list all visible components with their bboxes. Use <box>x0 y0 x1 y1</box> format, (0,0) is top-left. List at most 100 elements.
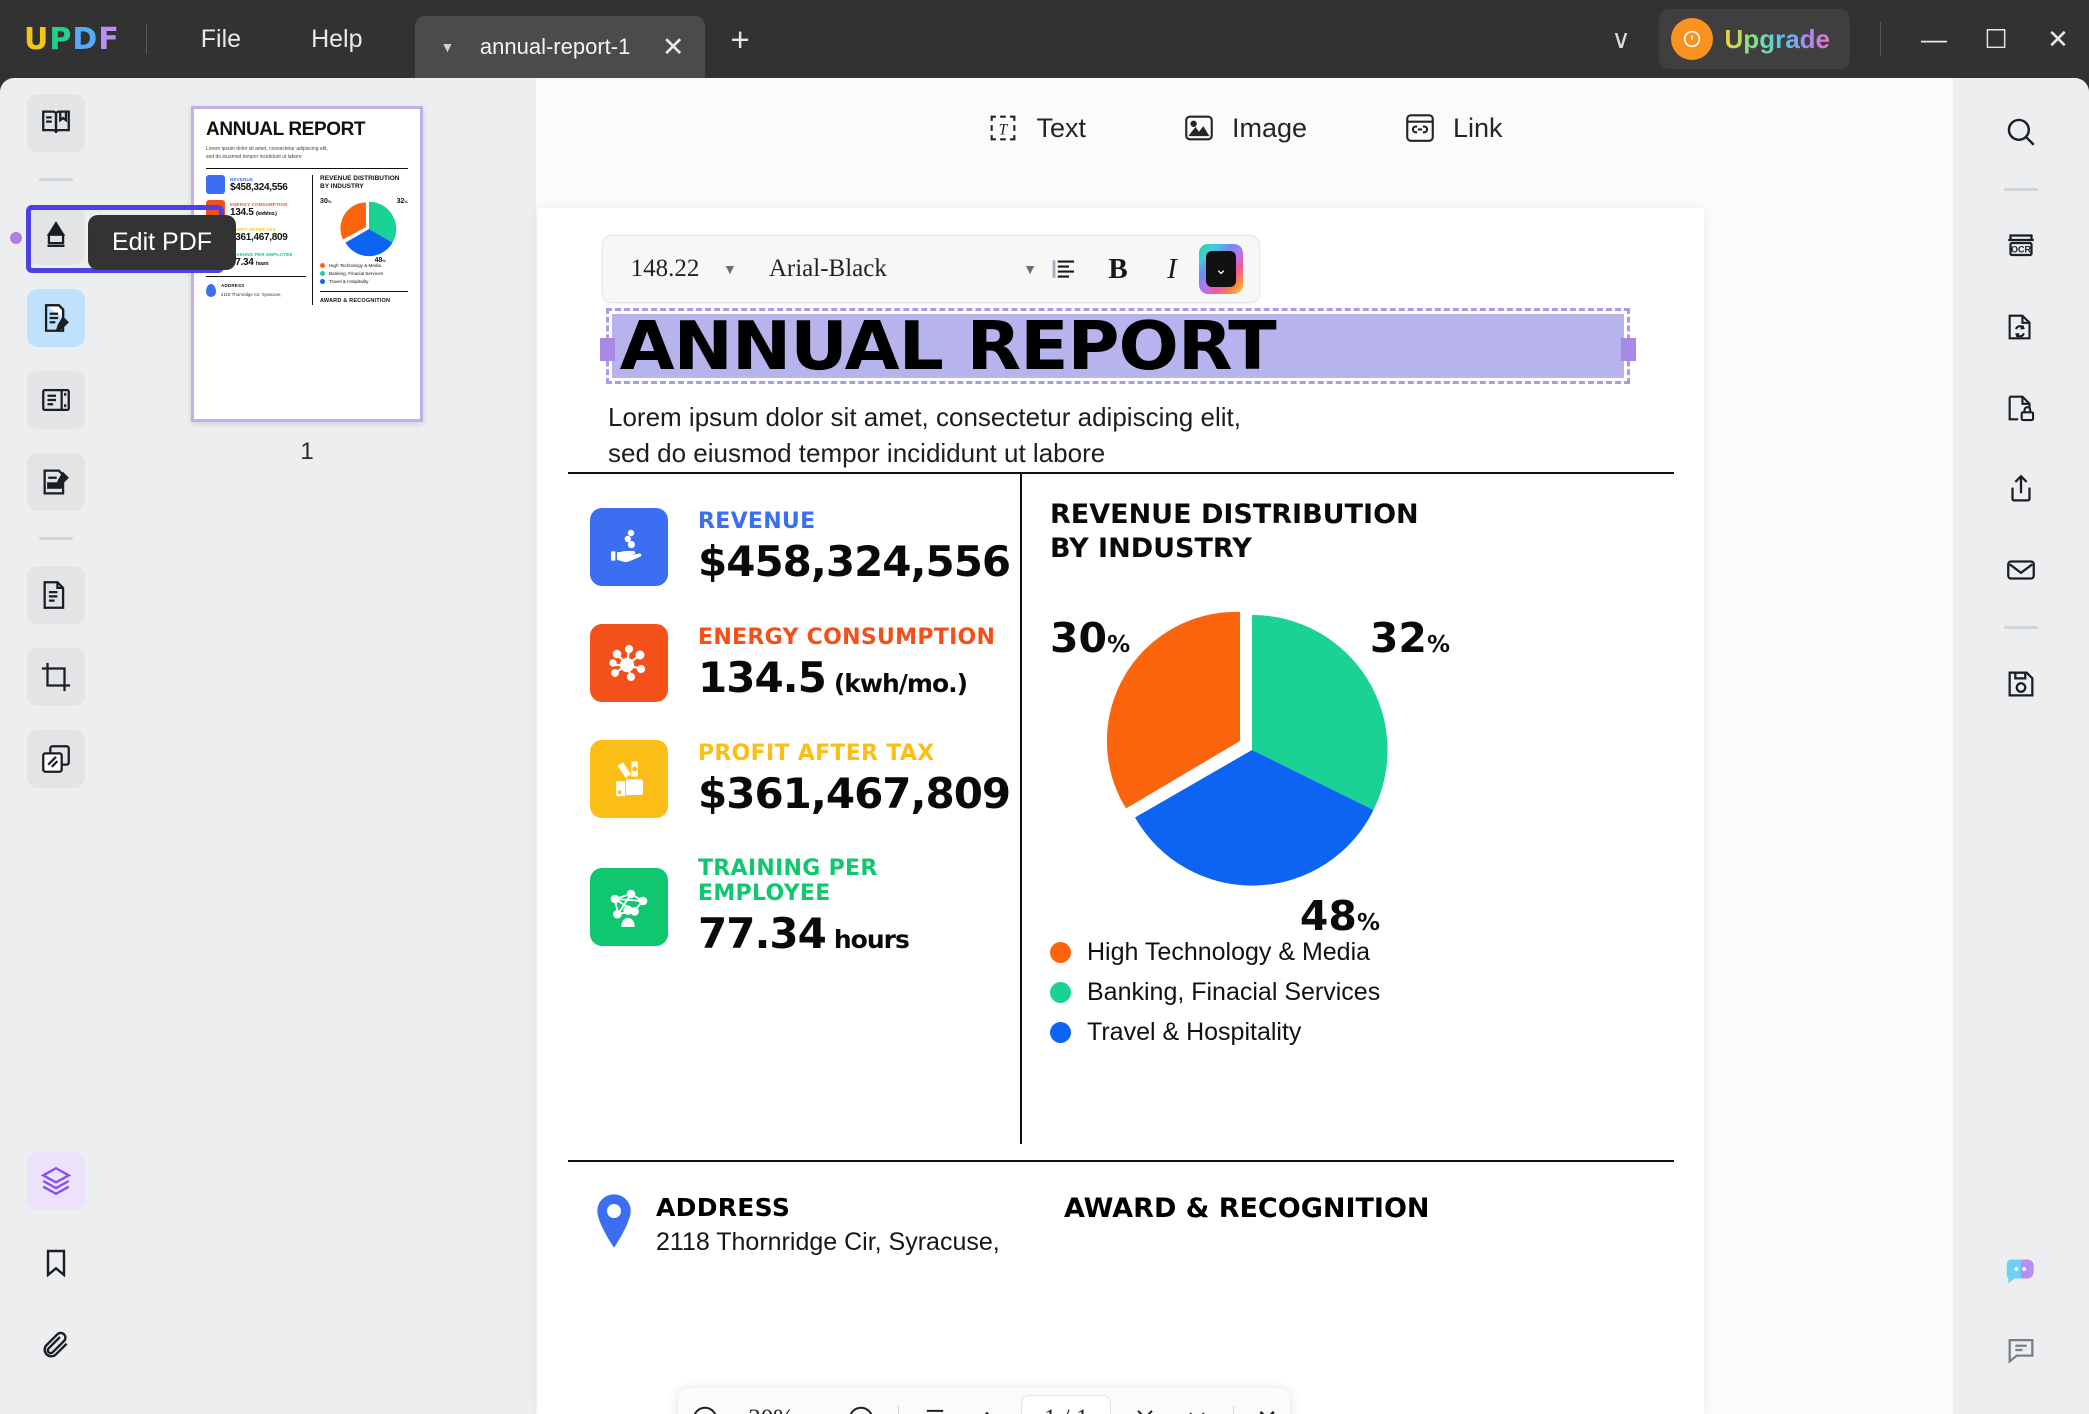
thumb-pie-chart <box>340 201 397 257</box>
edit-link-tool[interactable]: Link <box>1403 111 1503 145</box>
resize-handle-right[interactable] <box>1621 338 1636 361</box>
zoom-out-button[interactable] <box>678 1404 732 1414</box>
titlebar-right-group: ∨ Upgrade — ☐ ✕ <box>1612 9 2089 69</box>
sidebar-convert[interactable] <box>27 566 85 624</box>
upgrade-badge-icon <box>1670 18 1713 60</box>
zoom-in-button[interactable] <box>834 1404 888 1414</box>
paperclip-icon <box>40 1329 72 1361</box>
zoom-level-value[interactable]: 30% <box>732 1405 810 1414</box>
sidebar-edit-pdf[interactable] <box>27 289 85 347</box>
menu-file[interactable]: File <box>173 17 269 62</box>
edit-image-tool[interactable]: Image <box>1182 111 1307 145</box>
sidebar-reader[interactable] <box>27 94 85 152</box>
thumb-u: (kwh/mo.) <box>256 210 277 217</box>
main-content-area: T Text Image Link 148.22 ▼ Arial-Black ▼… <box>536 78 1953 1414</box>
horizontal-rule-top <box>568 472 1674 474</box>
stat-label: REVENUE <box>698 508 816 534</box>
thumbnail-panel: ANNUAL REPORT Lorem ipsum dolor sit amet… <box>112 78 536 1414</box>
sidebar-attachment[interactable] <box>27 1316 85 1374</box>
address-block: ADDRESS 2118 Thornridge Cir, Syracuse, <box>594 1193 1000 1257</box>
font-family-select[interactable]: Arial-Black ▼ <box>769 255 1037 283</box>
sidebar-bookmark[interactable] <box>27 1234 85 1292</box>
edit-text-tool[interactable]: T Text <box>986 111 1086 145</box>
minimize-button[interactable]: — <box>1903 24 1965 55</box>
sidebar-crop[interactable] <box>27 648 85 706</box>
search-tool[interactable] <box>1993 104 2049 160</box>
convert-tool[interactable] <box>1993 299 2049 355</box>
close-zoombar-button[interactable]: ✕ <box>1244 1404 1290 1414</box>
envelope-icon <box>2004 553 2038 587</box>
updf-application-window: U P D F File Help ▼ annual-report-1 ✕ + … <box>0 0 2089 1414</box>
thumb-legend-dot <box>320 263 326 269</box>
last-page-button[interactable] <box>1171 1405 1223 1414</box>
thumb-legend-row: Travel & Hospitality <box>320 279 408 285</box>
upgrade-button[interactable]: Upgrade <box>1658 9 1850 69</box>
sidebar-form[interactable] <box>27 453 85 511</box>
email-tool[interactable] <box>1993 542 2049 598</box>
font-family-dropdown-icon[interactable]: ▼ <box>1023 261 1037 277</box>
logo-letter-u: U <box>24 21 50 57</box>
ocr-icon: OCR <box>2003 228 2039 264</box>
subtitle-line-1: Lorem ipsum dolor sit amet, consectetur … <box>608 402 1241 432</box>
book-reader-icon <box>39 106 73 140</box>
share-icon <box>2004 472 2038 506</box>
convert-refresh-icon <box>2004 310 2038 344</box>
menu-help[interactable]: Help <box>283 17 390 62</box>
right-sidebar: OCR <box>1953 78 2089 1414</box>
legend-dot-blue <box>1050 1021 1071 1043</box>
protect-tool[interactable] <box>1993 380 2049 436</box>
tab-close-icon[interactable]: ✕ <box>662 33 685 61</box>
font-size-value[interactable]: 148.22 <box>617 255 713 283</box>
next-page-button[interactable] <box>1119 1405 1171 1414</box>
sidebar-batch[interactable] <box>27 730 85 788</box>
selected-text-box[interactable]: ANNUAL REPORT <box>600 307 1636 385</box>
resize-handle-left[interactable] <box>600 338 615 361</box>
save-tool[interactable] <box>1993 656 2049 712</box>
comment-panel[interactable] <box>1993 1322 2049 1378</box>
page-indicator[interactable]: 1 / 1 <box>1020 1395 1112 1414</box>
thumb-ct1: REVENUE DISTRIBUTION <box>320 175 400 182</box>
legend-item: High Technology & Media <box>1050 938 1470 967</box>
thumb-legend-row: Banking, Finacial Services <box>320 271 408 277</box>
font-size-dropdown-icon[interactable]: ▼ <box>723 261 737 277</box>
close-button[interactable]: ✕ <box>2027 24 2089 55</box>
thumb-address: ADDRESS 2118 Thornridge Cir, Syracuse, <box>206 283 306 299</box>
share-tool[interactable] <box>1993 461 2049 517</box>
batch-pages-icon <box>39 742 73 776</box>
thumb-sub-l1: Lorem ipsum dolor sit amet, consectetur … <box>206 146 328 152</box>
sidebar-ai[interactable] <box>27 1152 85 1210</box>
stat-energy-text: ENERGY CONSUMPTION 134.5 (kwh/mo.) <box>698 625 995 702</box>
thumb-addr-label: ADDRESS <box>221 283 245 288</box>
chart-title: REVENUE DISTRIBUTION BY INDUSTRY <box>1050 498 1470 566</box>
ocr-tool[interactable]: OCR <box>1993 218 2049 274</box>
stat-label: ENERGY CONSUMPTION <box>698 624 996 650</box>
pdf-page-canvas[interactable]: 148.22 ▼ Arial-Black ▼ B I ⌄ ANNUAL REPO… <box>538 208 1704 1414</box>
maximize-button[interactable]: ☐ <box>1965 24 2027 55</box>
stat-revenue: REVENUE $458,324,556 <box>590 508 1011 586</box>
sidebar-organize-pages[interactable] <box>27 371 85 429</box>
address-label: ADDRESS <box>656 1193 791 1222</box>
italic-button[interactable]: I <box>1145 253 1199 286</box>
text-color-picker[interactable]: ⌄ <box>1199 244 1243 294</box>
thumb-ct2: BY INDUSTRY <box>320 183 364 191</box>
address-line-1: 2118 Thornridge Cir, Syracuse, <box>656 1228 1000 1256</box>
chart-title-line-1: REVENUE DISTRIBUTION <box>1050 499 1419 530</box>
document-tab[interactable]: ▼ annual-report-1 ✕ <box>414 16 705 78</box>
align-button[interactable] <box>1037 254 1091 284</box>
chevron-down-icon[interactable]: ∨ <box>1612 24 1631 55</box>
new-tab-button[interactable]: + <box>731 23 750 56</box>
thumb-v: 134.5 <box>230 206 254 218</box>
stat-unit: (kwh/mo.) <box>833 668 968 698</box>
ai-sparkle-icon <box>2002 1250 2040 1288</box>
stat-training: TRAINING PER EMPLOYEE 77.34 hours <box>590 856 1010 958</box>
edit-pdf-icon <box>39 301 73 335</box>
bold-button[interactable]: B <box>1091 253 1145 286</box>
stat-value: 134.5 (kwh/mo.) <box>698 653 995 702</box>
ai-assistant[interactable] <box>1993 1241 2049 1297</box>
first-page-button[interactable] <box>909 1405 961 1414</box>
award-section-title: AWARD & RECOGNITION <box>1064 1193 1430 1224</box>
thumb-columns: REVENUE $458,324,556 ENERGY CONSUMPTION … <box>206 175 408 305</box>
subtitle-line-2: sed do eiusmod tempor incididunt ut labo… <box>608 437 1106 468</box>
prev-page-button[interactable] <box>961 1405 1013 1414</box>
sidebar-comment[interactable] <box>27 207 85 265</box>
